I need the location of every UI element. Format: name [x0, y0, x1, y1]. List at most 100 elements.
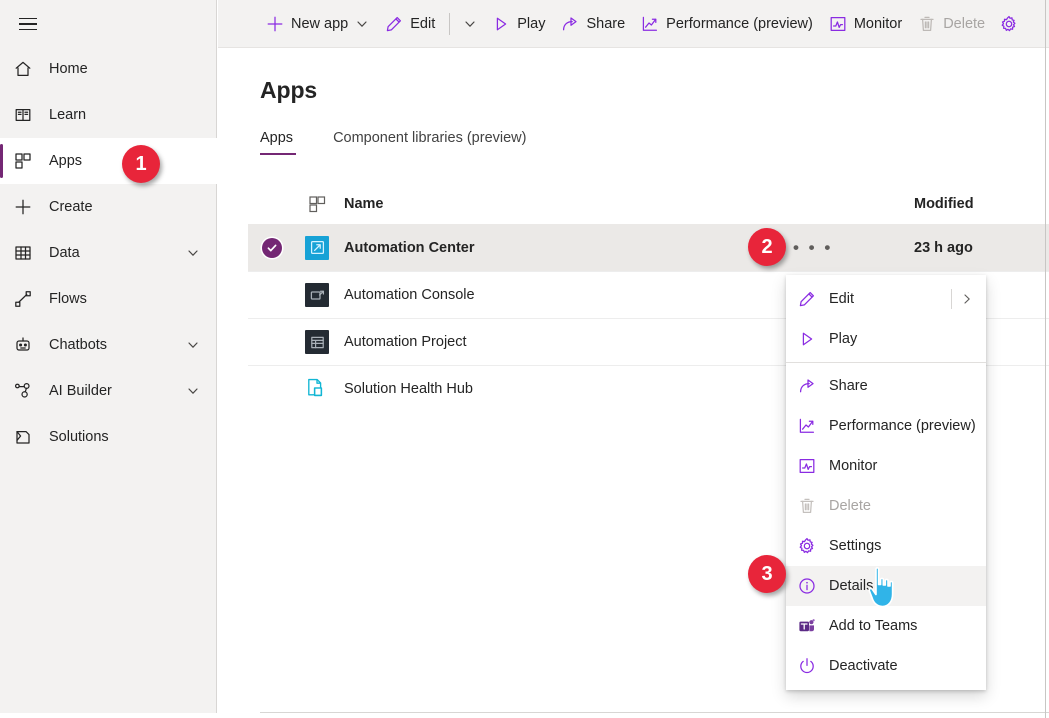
command-share-button[interactable]: Share: [553, 6, 633, 42]
menu-item-delete: Delete: [786, 486, 986, 526]
robot-icon: [14, 334, 40, 356]
table-row[interactable]: Automation Center• • •23 h ago: [248, 224, 1049, 271]
monitor-icon: [829, 15, 847, 33]
sidebar-item-learn[interactable]: Learn: [0, 92, 217, 138]
chevron-down-icon[interactable]: [186, 338, 200, 352]
menu-item-settings[interactable]: Settings: [786, 526, 986, 566]
pencil-icon: [798, 290, 820, 308]
step-badge-2: 2: [748, 228, 786, 266]
row-modified: 23 h ago: [864, 240, 1049, 256]
command-label: Performance (preview): [666, 16, 813, 32]
sidebar-item-label: Create: [49, 199, 217, 215]
chevron-down-icon[interactable]: [186, 246, 200, 260]
sidebar-item-label: Data: [49, 245, 186, 261]
gear-icon: [798, 537, 820, 555]
check-icon: [262, 238, 282, 258]
hamburger-menu-icon: [19, 18, 37, 31]
menu-item-label: Share: [829, 378, 868, 394]
tab-strip: Apps Component libraries (preview): [260, 130, 538, 155]
command-chevron-down-button[interactable]: [456, 6, 484, 42]
command-bar: New app Edit Play Share Performance (preview…: [218, 0, 1049, 48]
menu-item-label: Monitor: [829, 458, 877, 474]
row-more-actions-button[interactable]: • • •: [793, 239, 833, 256]
sidebar-item-label: AI Builder: [49, 383, 186, 399]
apps-grid-icon: [296, 196, 338, 213]
sidebar-item-home[interactable]: Home: [0, 46, 217, 92]
plus-icon: [266, 15, 284, 33]
command-edit-button[interactable]: Edit: [377, 6, 443, 42]
sidebar-item-label: Solutions: [49, 429, 217, 445]
right-edge-divider: [1045, 0, 1046, 718]
command-label: Play: [517, 16, 545, 32]
row-select-checkbox[interactable]: [248, 238, 296, 258]
hamburger-menu-button[interactable]: [0, 0, 56, 48]
chevron-right-icon[interactable]: [960, 292, 974, 306]
menu-item-performance-preview[interactable]: Performance (preview): [786, 406, 986, 446]
app-model-icon: [305, 283, 329, 307]
command-play-button[interactable]: Play: [484, 6, 553, 42]
page-title: Apps: [260, 77, 317, 104]
ai-builder-icon: [14, 380, 40, 402]
trash-icon: [918, 15, 936, 33]
command-delete-button: Delete: [910, 6, 993, 42]
command-performance-preview-button[interactable]: Performance (preview): [633, 6, 821, 42]
sidebar-item-flows[interactable]: Flows: [0, 276, 217, 322]
info-icon: [798, 577, 820, 595]
step-badge-3: 3: [748, 555, 786, 593]
command-monitor-button[interactable]: Monitor: [821, 6, 910, 42]
apps-grid-icon: [14, 150, 40, 172]
sidebar-item-chatbots[interactable]: Chatbots: [0, 322, 217, 368]
pencil-icon: [385, 15, 403, 33]
app-document-icon: [305, 377, 329, 401]
app-canvas-icon: [305, 236, 329, 260]
menu-divider: [786, 362, 986, 363]
teams-icon: [798, 617, 820, 635]
tab-apps[interactable]: Apps: [260, 130, 305, 155]
sidebar-item-create[interactable]: Create: [0, 184, 217, 230]
plus-icon: [14, 196, 40, 218]
menu-item-details[interactable]: Details: [786, 566, 986, 606]
command-new-app-button[interactable]: New app: [258, 6, 377, 42]
gear-icon: [1000, 15, 1018, 33]
sidebar-item-apps[interactable]: Apps: [0, 138, 217, 184]
sidebar-item-label: Home: [49, 61, 217, 77]
menu-item-monitor[interactable]: Monitor: [786, 446, 986, 486]
sidebar-item-ai-builder[interactable]: AI Builder: [0, 368, 217, 414]
command-gear-button[interactable]: [993, 6, 1025, 42]
submenu-separator: [951, 289, 952, 309]
solutions-icon: [14, 426, 40, 448]
sidebar-item-label: Flows: [49, 291, 217, 307]
menu-item-label: Edit: [829, 291, 854, 307]
header-modified[interactable]: Modified: [864, 196, 1049, 212]
play-icon: [798, 330, 820, 348]
command-label: New app: [291, 16, 348, 32]
menu-item-play[interactable]: Play: [786, 319, 986, 359]
chevron-down-icon[interactable]: [355, 17, 369, 31]
menu-item-label: Details: [829, 578, 873, 594]
row-app-icon: [296, 236, 338, 260]
command-label: Edit: [410, 16, 435, 32]
command-bar-separator: [449, 13, 450, 35]
power-apps-window: HomeLearnAppsCreateDataFlowsChatbotsAI B…: [0, 0, 1049, 718]
book-icon: [14, 104, 40, 126]
sidebar-item-solutions[interactable]: Solutions: [0, 414, 217, 460]
table-header-row: Name Modified: [248, 184, 1049, 224]
menu-item-edit[interactable]: Edit: [786, 279, 986, 319]
menu-item-label: Add to Teams: [829, 618, 917, 634]
command-label: Delete: [943, 16, 985, 32]
menu-item-deactivate[interactable]: Deactivate: [786, 646, 986, 686]
left-sidebar: Home LearnApps Create Data Flows Chatbots AI B…: [0, 0, 217, 713]
menu-item-share[interactable]: Share: [786, 366, 986, 406]
chevron-down-icon: [463, 17, 477, 31]
bottom-divider: [260, 712, 1049, 713]
monitor-icon: [798, 457, 820, 475]
menu-item-label: Performance (preview): [829, 418, 976, 434]
flows-icon: [14, 288, 40, 310]
app-table-icon: [305, 330, 329, 354]
power-icon: [798, 657, 820, 675]
menu-item-add-to-teams[interactable]: Add to Teams: [786, 606, 986, 646]
tab-component-libraries-preview[interactable]: Component libraries (preview): [333, 130, 538, 155]
sidebar-item-data[interactable]: Data: [0, 230, 217, 276]
header-name[interactable]: Name: [338, 196, 864, 212]
chevron-down-icon[interactable]: [186, 384, 200, 398]
